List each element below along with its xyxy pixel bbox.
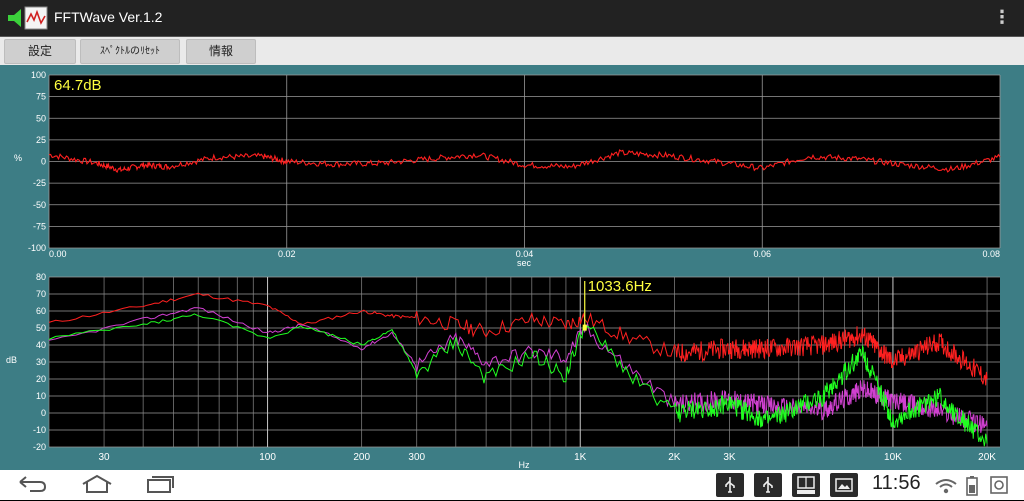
wave-x-tick: 0.08 [982, 249, 1000, 259]
spectrum-x-tick: 100 [259, 452, 276, 463]
spectrum-y-tick: 10 [36, 391, 46, 401]
spectrum-x-tick: 3K [723, 452, 736, 463]
spectrum-y-tick: 60 [36, 306, 46, 316]
notification-icon [990, 476, 1008, 494]
recent-apps-icon[interactable] [146, 474, 176, 494]
frequency-marker-label: 1033.6Hz [588, 278, 652, 295]
spectrum-x-tick: 2K [668, 452, 681, 463]
system-bar: 11:56 [0, 470, 1024, 500]
spectrum-x-tick: 30 [98, 452, 110, 463]
news-icon [792, 473, 820, 497]
spectrum-x-tick: 10K [884, 452, 902, 463]
spectrum-y-tick: 80 [36, 272, 46, 282]
spectrum-y-tick: -10 [33, 425, 46, 435]
settings-button[interactable]: 設定 [4, 39, 76, 64]
wifi-icon [935, 479, 957, 494]
spectrum-y-tick: 20 [36, 374, 46, 384]
plots-svg: 1007550250-25-50-75-1000.00 0.02 0.04 0.06 0… [6, 70, 1001, 470]
info-button[interactable]: 情報 [186, 39, 256, 64]
gallery-icon [830, 473, 858, 497]
wave-y-tick: -100 [28, 243, 46, 253]
wave-y-tick: 50 [36, 113, 46, 123]
wave-x-tick: 0.02 [278, 249, 296, 259]
wave-y-tick: -25 [33, 178, 46, 188]
speaker-waveform-icon [8, 6, 48, 30]
spectrum-y-tick: -20 [33, 442, 46, 452]
spectrum-y-tick: 30 [36, 357, 46, 367]
spectrum-y-tick: 0 [41, 408, 46, 418]
wave-y-tick: 100 [31, 70, 46, 80]
plot-area: 100 75 50 25 0 -25 -50 -75 -100 0.00 0.02 0.04 0.06 0… [0, 65, 1024, 470]
wave-x-label: sec [517, 258, 532, 268]
wave-y-tick: 25 [36, 135, 46, 145]
wave-x-tick: 0.00 [49, 249, 67, 259]
wave-y-tick: -75 [33, 221, 46, 231]
spectrum-x-tick: 300 [408, 452, 425, 463]
wave-y-label: % [14, 153, 22, 163]
spectrum-y-tick: 40 [36, 340, 46, 350]
wave-y-tick: 0 [41, 157, 46, 167]
back-icon[interactable] [16, 474, 48, 494]
home-icon[interactable] [80, 474, 114, 494]
title-bar: FFTWave Ver.1.2 ⋮ [0, 0, 1024, 37]
spectrum-y-label: dB [6, 355, 17, 365]
spectrum-y-tick: 70 [36, 289, 46, 299]
frequency-marker-handle[interactable] [582, 324, 587, 331]
spectrum-y-tick: 50 [36, 323, 46, 333]
usb-icon [716, 473, 744, 497]
overflow-menu-icon[interactable]: ⋮ [993, 8, 1011, 28]
spectrum-x-tick: 1K [574, 452, 587, 463]
toolbar: 設定 ｽﾍﾟｸﾄﾙのﾘｾｯﾄ 情報 [0, 37, 1024, 65]
wave-y-tick: 75 [36, 92, 46, 102]
battery-icon [966, 476, 978, 496]
wave-x-tick: 0.06 [753, 249, 771, 259]
app-title: FFTWave Ver.1.2 [54, 9, 163, 25]
spectrum-x-tick: 20K [978, 452, 996, 463]
clock: 11:56 [872, 472, 921, 494]
reset-spectrum-button[interactable]: ｽﾍﾟｸﾄﾙのﾘｾｯﾄ [80, 39, 180, 64]
level-readout: 64.7dB [54, 77, 102, 94]
wave-y-tick: -50 [33, 200, 46, 210]
usb-debug-icon [754, 473, 782, 497]
spectrum-x-tick: 200 [353, 452, 370, 463]
spectrum-x-label: Hz [519, 460, 530, 470]
